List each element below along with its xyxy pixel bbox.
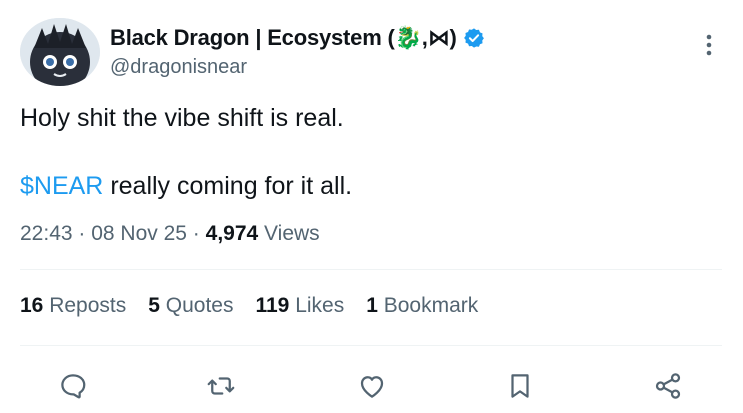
views-count: 4,974 <box>205 222 259 245</box>
bookmarks-stat[interactable]: 1 Bookmark <box>366 294 478 318</box>
share-button[interactable] <box>648 366 688 406</box>
tweet-text-line-2: $NEAR really coming for it all. <box>20 172 352 201</box>
tweet-text-line-1: Holy shit the vibe shift is real. <box>20 104 344 132</box>
meta-separator: · <box>72 222 92 245</box>
like-icon <box>360 376 384 398</box>
cashtag-link[interactable]: $NEAR <box>20 172 103 200</box>
tweet-date[interactable]: 08 Nov 25 <box>91 222 187 245</box>
author-handle[interactable]: @dragonisnear <box>110 56 247 79</box>
tweet-time[interactable]: 22:43 <box>20 222 73 245</box>
reply-icon <box>61 374 86 399</box>
reposts-count: 16 <box>20 294 44 317</box>
reposts-stat[interactable]: 16 Reposts <box>20 294 126 318</box>
likes-count: 119 <box>255 294 290 317</box>
tweet-text-line-2-rest: really coming for it all. <box>103 172 353 200</box>
dragon-avatar-image <box>20 18 100 86</box>
avatar[interactable] <box>20 18 100 86</box>
bookmark-button[interactable] <box>500 366 540 406</box>
more-options-icon[interactable] <box>699 30 719 60</box>
reposts-label: Reposts <box>43 294 127 317</box>
divider <box>20 269 722 270</box>
quotes-label: Quotes <box>159 294 234 317</box>
tweet-meta: 22:43 · 08 Nov 25 · 4,974 Views <box>20 222 320 246</box>
repost-button[interactable] <box>201 366 241 406</box>
repost-icon <box>207 377 235 395</box>
engagement-stats: 16 Reposts 5 Quotes 119 Likes 1 Bookmark <box>20 294 478 318</box>
bookmark-icon <box>511 374 529 398</box>
author-display-name[interactable]: Black Dragon | Ecosystem (🐉,⋈) <box>110 25 457 51</box>
meta-separator: · <box>186 222 206 245</box>
share-icon <box>655 373 681 399</box>
reply-button[interactable] <box>53 366 93 406</box>
quotes-stat[interactable]: 5 Quotes <box>148 294 233 318</box>
like-button[interactable] <box>352 366 392 406</box>
author-name-row[interactable]: Black Dragon | Ecosystem (🐉,⋈) <box>110 25 485 51</box>
likes-stat[interactable]: 119 Likes <box>255 294 344 318</box>
bookmarks-count: 1 <box>366 294 378 317</box>
bookmarks-label: Bookmark <box>377 294 479 317</box>
verified-badge-icon <box>463 27 485 49</box>
quotes-count: 5 <box>148 294 160 317</box>
views-label: Views <box>258 222 320 245</box>
divider <box>20 345 722 346</box>
likes-label: Likes <box>289 294 345 317</box>
